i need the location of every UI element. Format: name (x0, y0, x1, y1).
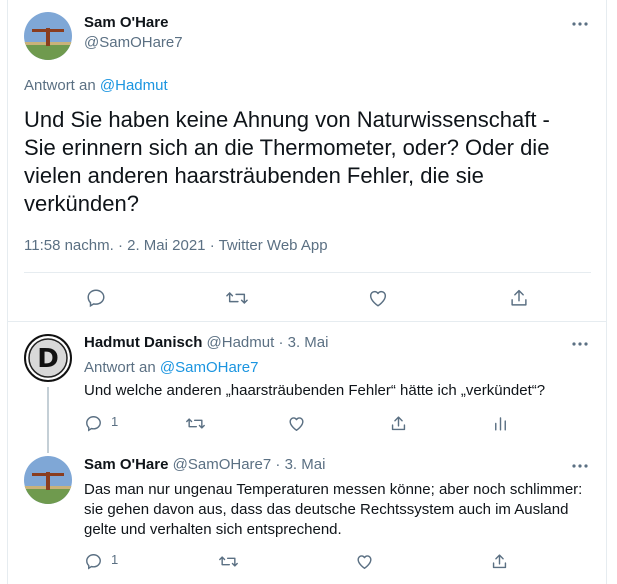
share-button[interactable] (508, 287, 530, 309)
retweet-icon (226, 292, 248, 304)
more-icon[interactable] (570, 456, 590, 476)
reply-tweet[interactable]: D Hadmut Danisch @Hadmut · 3. Mai Antwor… (8, 322, 606, 453)
reply-button[interactable] (85, 287, 107, 309)
reply-context: Antwort an @SamOHare7 (84, 359, 258, 376)
author-handle[interactable]: @SamOHare7 (173, 456, 272, 473)
reply-tweet[interactable]: Sam O'Hare @SamOHare7 · 3. Mai Das man n… (8, 444, 606, 584)
meta-separator: · (275, 456, 281, 473)
author-handle[interactable]: @Hadmut (207, 334, 275, 351)
tweet-text: Und Sie haben keine Ahnung von Naturwiss… (24, 107, 550, 216)
reply-prefix: Antwort an (84, 359, 156, 376)
like-icon (289, 417, 304, 431)
share-icon (391, 416, 406, 431)
share-button[interactable] (389, 414, 408, 433)
reply-count: 1 (111, 552, 119, 567)
share-icon (492, 554, 507, 569)
like-button[interactable] (287, 414, 306, 433)
share-button[interactable] (490, 552, 509, 571)
reply-icon (86, 554, 101, 570)
tweet-source[interactable]: Twitter Web App (219, 237, 328, 254)
avatar[interactable] (24, 12, 72, 60)
retweet-button[interactable] (185, 414, 206, 433)
meta-separator: · (278, 334, 284, 351)
avatar[interactable]: D (24, 334, 72, 382)
author-name[interactable]: Sam O'Hare (84, 456, 168, 473)
author-handle[interactable]: @SamOHare7 (84, 34, 183, 51)
reply-header: Sam O'Hare @SamOHare7 · 3. Mai (84, 456, 325, 473)
main-tweet: Sam O'Hare @SamOHare7 Antwort an @Hadmut… (8, 0, 606, 322)
avatar-image (24, 12, 72, 60)
tweet-date[interactable]: 3. Mai (285, 456, 326, 473)
reply-button[interactable]: 1 (84, 552, 118, 571)
tweet-meta: 11:58 nachm. · 2. Mai 2021 · Twitter Web… (24, 237, 328, 254)
retweet-icon (186, 418, 205, 429)
tweet-text: Und welche anderen „haarsträubenden Fehl… (84, 382, 546, 399)
retweet-button[interactable] (218, 552, 239, 571)
analytics-icon (495, 417, 506, 431)
reply-button[interactable]: 1 (84, 414, 118, 433)
avatar[interactable] (24, 456, 72, 504)
meta-separator: · (117, 237, 123, 254)
conversation-frame: Sam O'Hare @SamOHare7 Antwort an @Hadmut… (7, 0, 607, 584)
avatar-image (24, 456, 72, 504)
reply-icon (86, 416, 101, 432)
analytics-button[interactable] (491, 414, 510, 433)
reply-count: 1 (111, 414, 119, 429)
avatar-image: D (28, 338, 68, 378)
author-name[interactable]: Sam O'Hare (84, 14, 183, 31)
reply-prefix: Antwort an (24, 77, 96, 94)
avatar-letter: D (37, 344, 59, 374)
tweet-date[interactable]: 2. Mai 2021 (127, 237, 205, 254)
author-name[interactable]: Hadmut Danisch (84, 334, 202, 351)
retweet-icon (219, 556, 238, 567)
more-icon[interactable] (570, 334, 590, 354)
meta-separator: · (209, 237, 215, 254)
reply-header: Hadmut Danisch @Hadmut · 3. Mai (84, 334, 328, 351)
share-icon (511, 289, 527, 306)
like-icon (357, 555, 372, 569)
tweet-text: Das man nur ungenau Temperaturen messen … (84, 481, 583, 538)
reply-to-link[interactable]: @Hadmut (100, 77, 168, 94)
retweet-button[interactable] (225, 287, 249, 309)
tweet-date[interactable]: 3. Mai (288, 334, 329, 351)
author-block: Sam O'Hare @SamOHare7 (84, 14, 183, 51)
tweet-time[interactable]: 11:58 nachm. (24, 237, 114, 254)
divider (24, 272, 591, 273)
reply-icon (87, 289, 105, 308)
like-button[interactable] (355, 552, 374, 571)
reply-context: Antwort an @Hadmut (24, 77, 168, 94)
more-icon[interactable] (570, 14, 590, 34)
like-icon (369, 290, 387, 307)
like-button[interactable] (367, 287, 389, 309)
reply-to-link[interactable]: @SamOHare7 (160, 359, 259, 376)
